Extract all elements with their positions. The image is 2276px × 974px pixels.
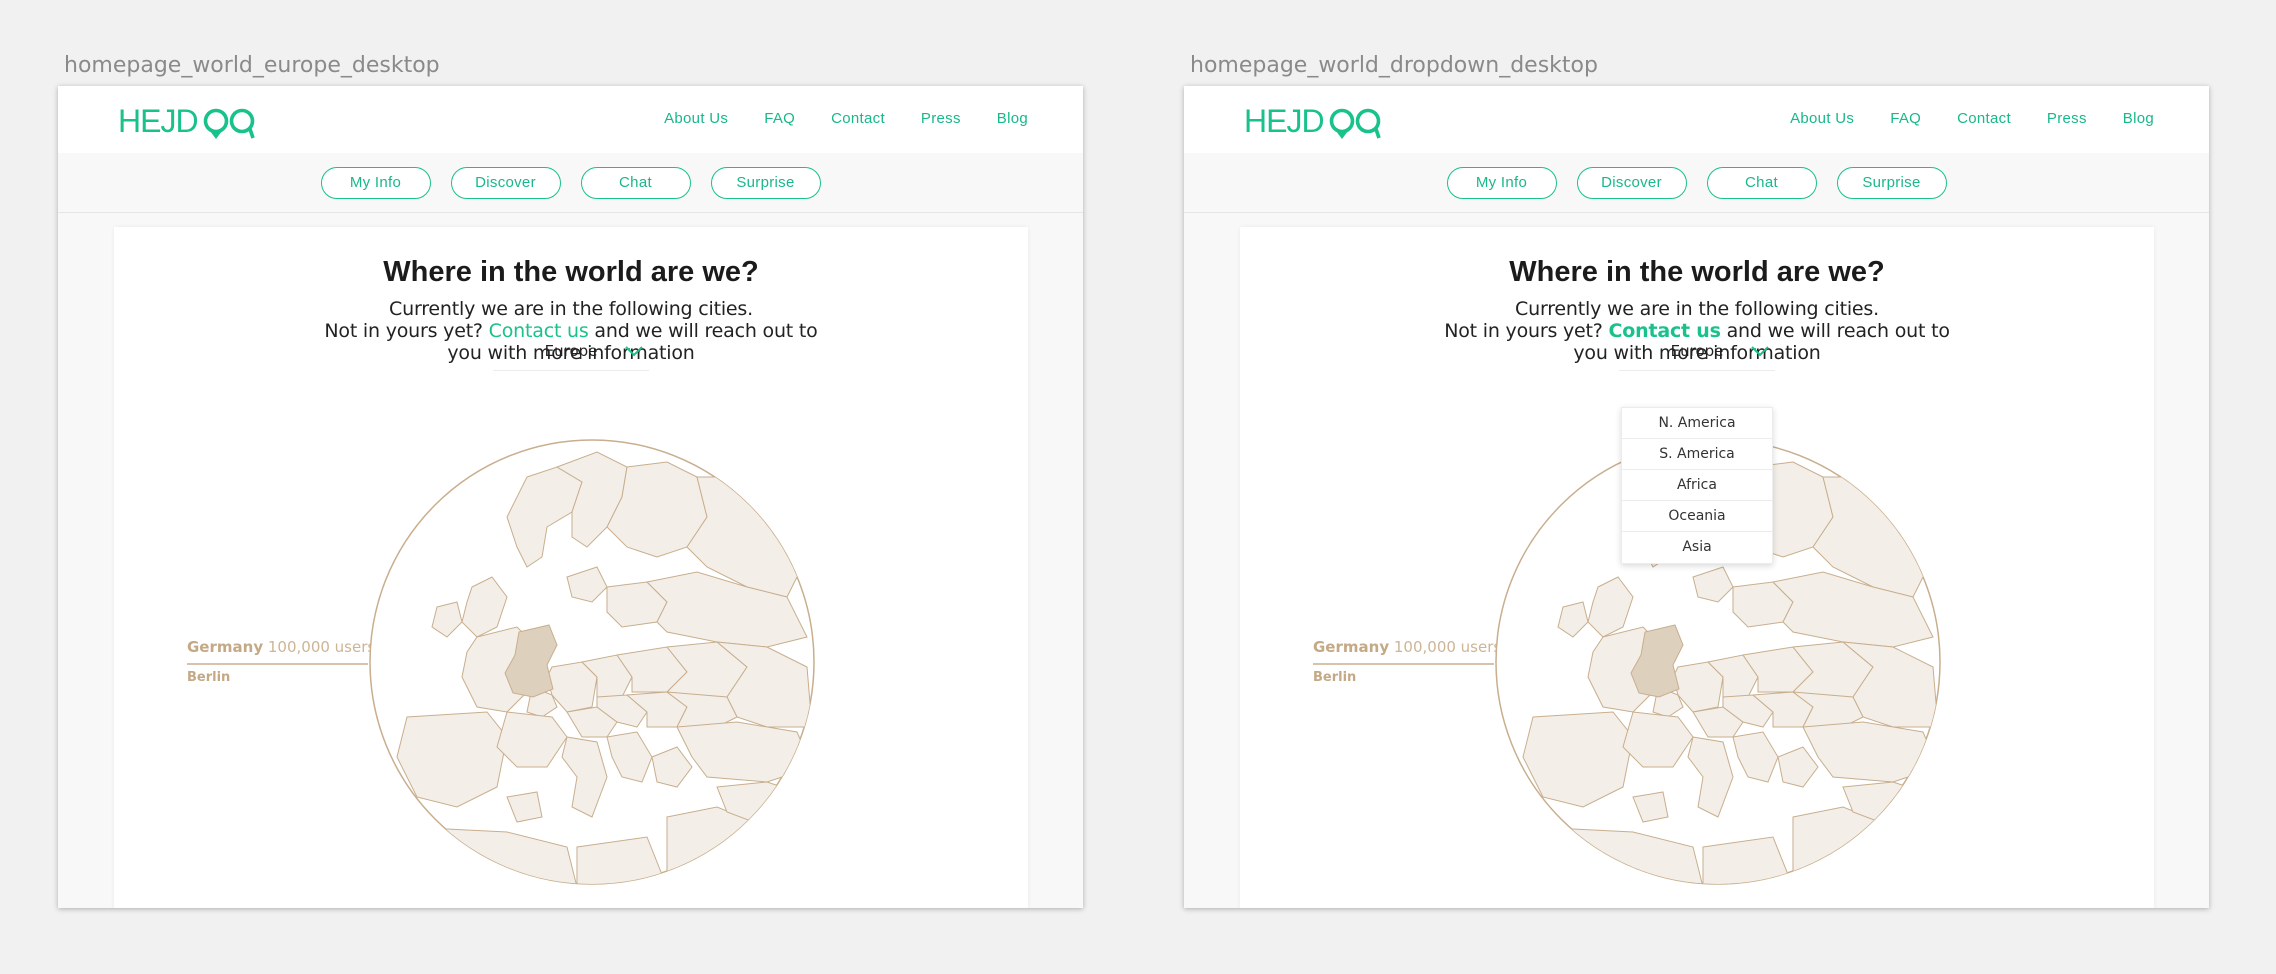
country-label: Germany 100,000 users: [1313, 638, 1501, 656]
tab-chat[interactable]: Chat: [1706, 166, 1817, 199]
option-n-america[interactable]: N. America: [1622, 408, 1772, 439]
artboard-label: homepage_world_dropdown_desktop: [1190, 53, 1598, 78]
tab-chat[interactable]: Chat: [580, 166, 691, 199]
nav-press[interactable]: Press: [2047, 110, 2087, 127]
region-dropdown-menu: N. America S. America Africa Oceania Asi…: [1621, 407, 1773, 564]
page-title: Where in the world are we?: [1509, 256, 1885, 288]
country-name: Germany: [1313, 638, 1390, 656]
pointer-line: [1313, 663, 1494, 665]
top-header: HEJD About Us FAQ Contact Press Blog: [1184, 86, 2209, 153]
city-label: Berlin: [1313, 670, 1357, 685]
svg-text:HEJD: HEJD: [118, 104, 198, 139]
desc-line-1: Currently we are in the following cities…: [1515, 298, 1879, 320]
desc-text: Not in yours yet?: [1444, 320, 1609, 342]
tab-discover[interactable]: Discover: [450, 166, 561, 199]
city-label: Berlin: [187, 670, 231, 685]
nav-contact[interactable]: Contact: [1957, 110, 2011, 127]
logo-icon: HEJD: [1244, 104, 1381, 139]
desc-line-1: Currently we are in the following cities…: [389, 298, 753, 320]
tab-my-info[interactable]: My Info: [1446, 166, 1557, 199]
option-africa[interactable]: Africa: [1622, 470, 1772, 501]
chevron-down-icon: [625, 346, 643, 357]
artboard-label: homepage_world_europe_desktop: [64, 53, 440, 78]
page-title: Where in the world are we?: [383, 256, 759, 288]
nav-faq[interactable]: FAQ: [764, 110, 795, 127]
tab-my-info[interactable]: My Info: [320, 166, 431, 199]
top-nav: About Us FAQ Contact Press Blog: [628, 110, 1028, 127]
logo-icon: HEJD: [118, 104, 255, 139]
country-name: Germany: [187, 638, 264, 656]
option-asia[interactable]: Asia: [1622, 532, 1772, 563]
option-s-america[interactable]: S. America: [1622, 439, 1772, 470]
pointer-line: [187, 663, 368, 665]
user-count: 100,000 users: [1393, 638, 1502, 656]
desc-text: Not in yours yet?: [324, 320, 489, 342]
nav-faq[interactable]: FAQ: [1890, 110, 1921, 127]
svg-text:HEJD: HEJD: [1244, 104, 1324, 139]
nav-blog[interactable]: Blog: [2123, 110, 2154, 127]
country-label: Germany 100,000 users: [187, 638, 375, 656]
tab-discover[interactable]: Discover: [1576, 166, 1687, 199]
nav-about-us[interactable]: About Us: [1790, 110, 1854, 127]
tab-bar: My Info Discover Chat Surprise: [1184, 153, 2209, 213]
top-nav: About Us FAQ Contact Press Blog: [1754, 110, 2154, 127]
artboard-dropdown: HEJD About Us FAQ Contact Press Blog My …: [1184, 86, 2209, 908]
user-count: 100,000 users: [267, 638, 376, 656]
chevron-down-icon: [1751, 346, 1769, 357]
tab-surprise[interactable]: Surprise: [1836, 166, 1947, 199]
region-select[interactable]: Europe: [1619, 337, 1775, 371]
nav-blog[interactable]: Blog: [997, 110, 1028, 127]
artboard-europe: HEJD About Us FAQ Contact Press Blog My …: [58, 86, 1083, 908]
europe-globe-map: [369, 439, 815, 885]
option-oceania[interactable]: Oceania: [1622, 501, 1772, 532]
top-header: HEJD About Us FAQ Contact Press Blog: [58, 86, 1083, 153]
nav-contact[interactable]: Contact: [831, 110, 885, 127]
content-card: Where in the world are we? Currently we …: [114, 227, 1028, 908]
tab-surprise[interactable]: Surprise: [710, 166, 821, 199]
nav-press[interactable]: Press: [921, 110, 961, 127]
nav-about-us[interactable]: About Us: [664, 110, 728, 127]
content-card: Where in the world are we? Currently we …: [1240, 227, 2154, 908]
region-select[interactable]: Europe: [493, 337, 649, 371]
tab-bar: My Info Discover Chat Surprise: [58, 153, 1083, 213]
